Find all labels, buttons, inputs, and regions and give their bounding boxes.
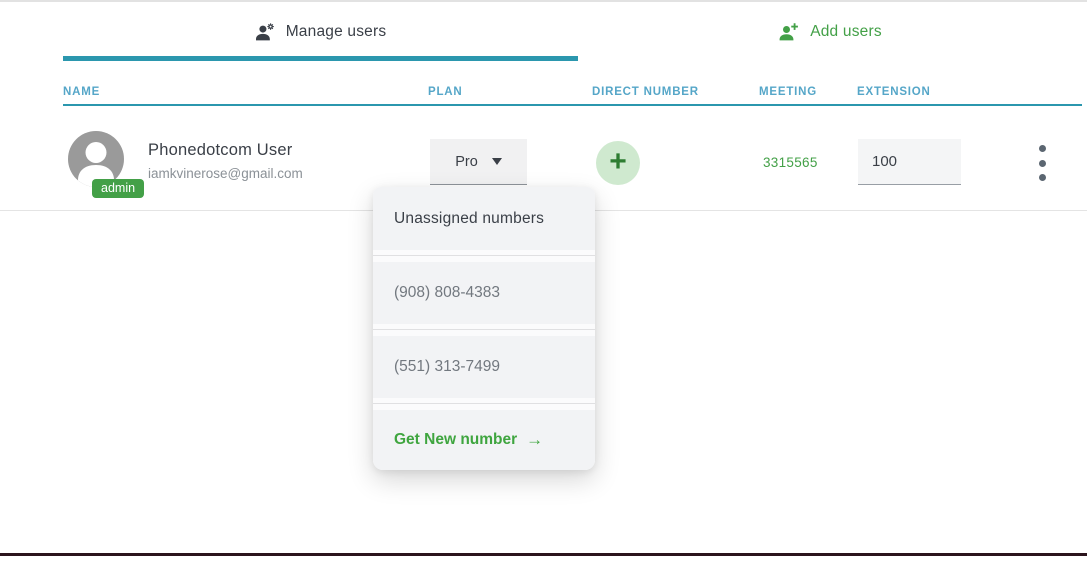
column-header-plan: PLAN [428,86,463,98]
active-tab-indicator [63,56,578,61]
dropdown-number-option[interactable]: (908) 808-4383 [373,262,595,324]
column-header-extension: EXTENSION [857,86,931,98]
dropdown-divider [373,398,595,410]
table-header-rule [63,104,1082,106]
unassigned-numbers-dropdown: Unassigned numbers (908) 808-4383 (551) … [373,187,595,470]
bottom-bar [0,553,1087,556]
row-kebab-menu-icon[interactable] [1033,145,1051,181]
person-plus-icon [779,22,799,42]
dropdown-divider [373,250,595,262]
plan-dropdown[interactable]: Pro [430,139,527,185]
column-header-direct-number: DIRECT NUMBER [592,86,699,98]
tab-manage-users-label: Manage users [285,23,387,40]
tab-bar: Manage users Add users [63,8,1083,56]
chevron-down-icon [491,158,502,165]
add-direct-number-button[interactable]: + [596,141,640,185]
kebab-dot [1038,159,1046,167]
column-header-meeting: MEETING [759,86,817,98]
plan-dropdown-value: Pro [455,153,478,170]
get-new-number-link[interactable]: Get New number → [373,410,595,470]
admin-badge: admin [92,179,145,198]
plus-icon: + [609,144,627,178]
dropdown-divider [373,324,595,336]
get-new-number-label: Get New number [394,431,518,448]
arrow-right-icon: → [526,430,544,449]
column-header-name: NAME [63,86,101,98]
dropdown-number-option[interactable]: (551) 313-7499 [373,336,595,398]
tab-add-users-label: Add users [810,23,882,40]
tab-manage-users[interactable]: Manage users [63,8,578,56]
user-name: Phonedotcom User [148,141,293,159]
tab-add-users[interactable]: Add users [578,8,1083,56]
user-email: iamkvinerose@gmail.com [148,166,303,181]
extension-input[interactable] [858,139,961,185]
meeting-number: 3315565 [763,155,818,170]
person-gear-icon [255,22,275,42]
dropdown-header: Unassigned numbers [373,187,595,250]
kebab-dot [1038,145,1046,152]
page-top-border [0,0,1087,2]
kebab-dot [1038,174,1046,181]
